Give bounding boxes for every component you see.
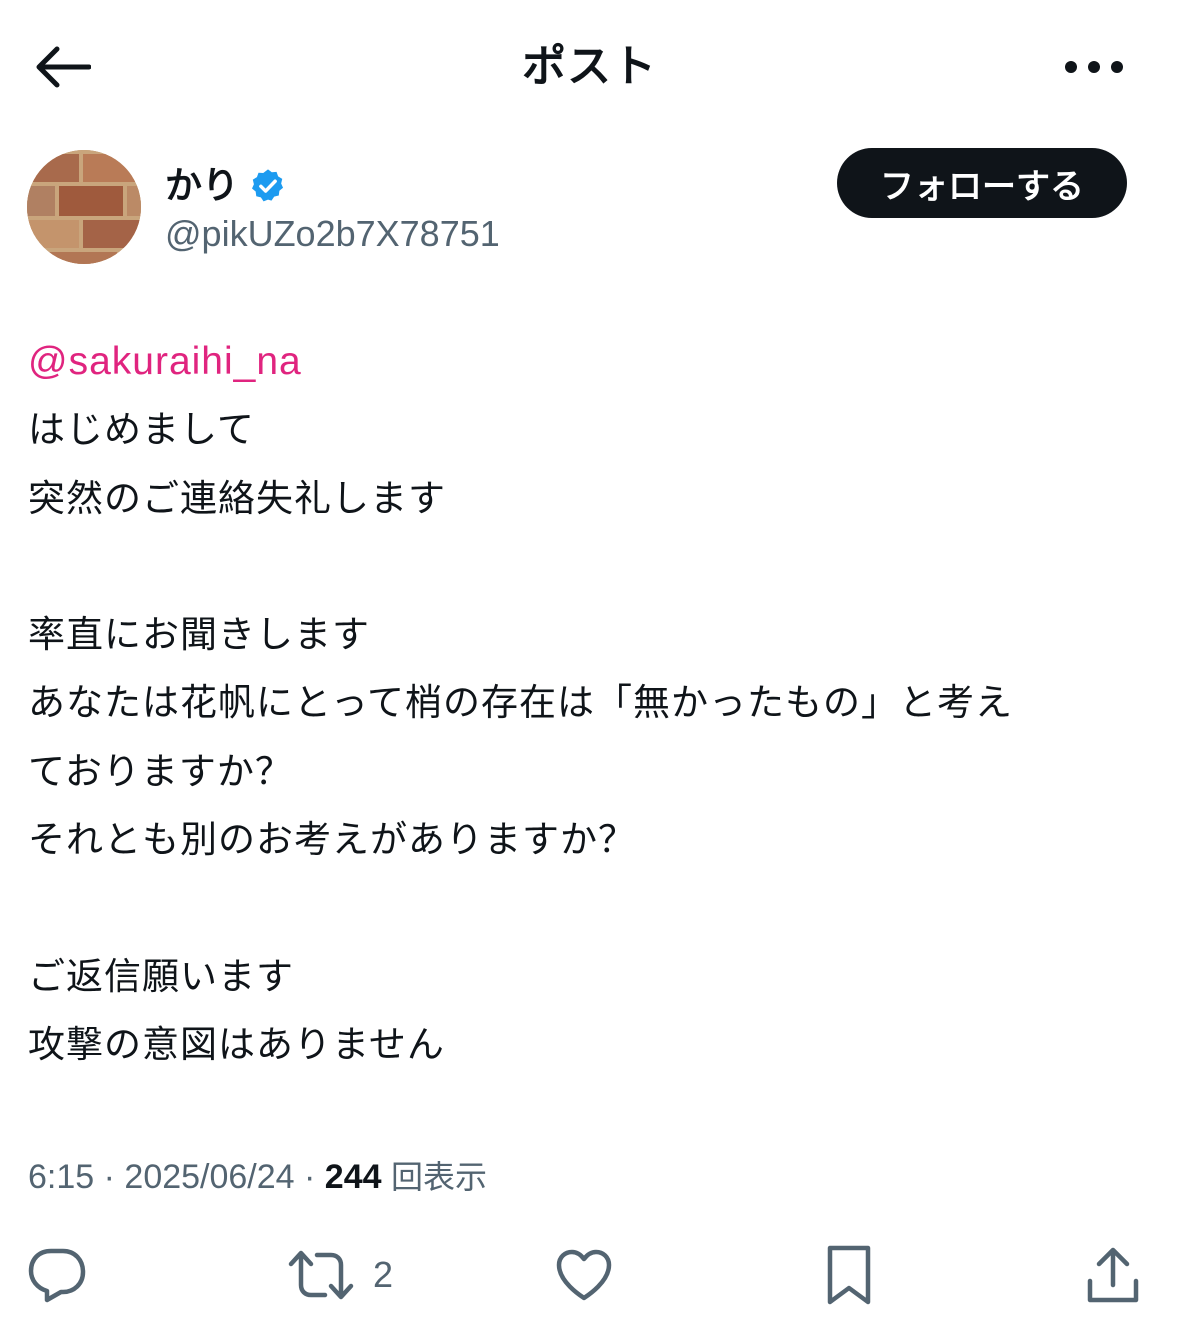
post-time[interactable]: 6:15 <box>28 1158 94 1196</box>
repost-count: 2 <box>373 1254 394 1295</box>
more-horizontal-icon <box>1065 61 1123 73</box>
page-title: ポスト <box>522 41 657 92</box>
more-options-button[interactable] <box>1059 38 1129 96</box>
view-count-label: 回表示 <box>390 1158 487 1196</box>
post-line <box>28 874 1148 942</box>
post-detail-screen: ポスト かり @pikUZo2b7X78751 フォローする @sakuraih… <box>0 0 1179 1339</box>
action-bar: 2 <box>0 1240 1179 1310</box>
display-name[interactable]: かり <box>165 162 239 210</box>
share-icon <box>1087 1247 1139 1303</box>
mention-link[interactable]: @sakuraihi_na <box>28 340 302 383</box>
meta-separator: · <box>94 1158 125 1196</box>
post-line: 突然のご連絡失礼します <box>28 476 446 520</box>
meta-separator: · <box>294 1158 325 1196</box>
top-bar: ポスト <box>0 0 1179 130</box>
reply-button[interactable] <box>27 1240 87 1310</box>
post-meta: 6:15 · 2025/06/24 · 244 回表示 <box>28 1152 487 1202</box>
verified-badge-icon <box>249 167 287 205</box>
post-line: はじめまして <box>28 408 255 452</box>
brick-wall-avatar-image <box>27 150 141 264</box>
share-button[interactable] <box>1085 1240 1141 1310</box>
post-author: かり @pikUZo2b7X78751 フォローする <box>0 140 1179 280</box>
bookmark-icon <box>827 1245 871 1305</box>
heart-icon <box>556 1249 612 1301</box>
follow-button[interactable]: フォローする <box>837 148 1127 218</box>
post-line: それとも別のお考えがありますか？ <box>28 818 636 862</box>
bookmark-button[interactable] <box>825 1240 873 1310</box>
view-count: 244 <box>324 1158 382 1196</box>
display-name-row: かり <box>165 162 287 210</box>
user-handle[interactable]: @pikUZo2b7X78751 <box>165 210 500 258</box>
post-line: ておりますか？ <box>28 749 293 793</box>
post-line <box>28 533 1148 601</box>
post-text: @sakuraihi_na はじめまして 突然のご連絡失礼します 率直にお聞きし… <box>28 328 1148 1079</box>
post-line: あなたは花帆にとって梢の存在は「無かったもの」と考え <box>28 681 1014 725</box>
repost-icon <box>288 1250 354 1300</box>
post-line: ご返信願います <box>28 954 294 998</box>
reply-icon <box>28 1248 86 1303</box>
post-line: 攻撃の意図はありません <box>28 1022 445 1066</box>
post-date[interactable]: 2025/06/24 <box>124 1158 294 1196</box>
avatar[interactable] <box>27 150 141 264</box>
post-line: 率直にお聞きします <box>28 613 370 657</box>
repost-button[interactable]: 2 <box>287 1240 393 1310</box>
like-button[interactable] <box>555 1240 613 1310</box>
